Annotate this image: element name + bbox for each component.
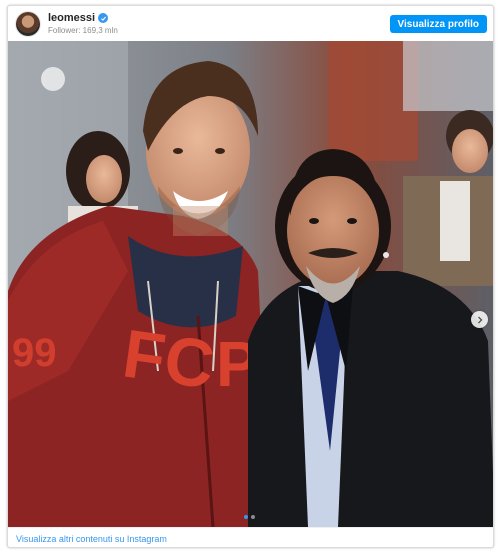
view-profile-button[interactable]: Visualizza profilo <box>389 15 487 33</box>
svg-text:99: 99 <box>12 331 57 375</box>
profile-avatar[interactable] <box>16 12 40 36</box>
carousel-indicator <box>244 515 255 519</box>
carousel-dot <box>251 515 255 519</box>
follower-count: Follower: 169,3 mln <box>48 26 118 35</box>
chevron-right-icon <box>477 316 482 323</box>
post-photo[interactable]: FC P 99 <box>8 41 493 527</box>
username[interactable]: leomessi <box>48 12 95 24</box>
instagram-embed: leomessi Follower: 169,3 mln Visualizza … <box>7 5 494 548</box>
svg-text:FC: FC <box>118 316 218 404</box>
verified-badge-icon <box>98 13 109 23</box>
post-header: leomessi Follower: 169,3 mln Visualizza … <box>8 6 493 41</box>
next-slide-button[interactable] <box>471 311 488 328</box>
view-more-on-instagram-link[interactable]: Visualizza altri contenuti su Instagram <box>16 534 167 544</box>
post-image: FC P 99 <box>8 41 493 527</box>
username-row: leomessi <box>48 12 109 24</box>
carousel-dot-active <box>244 515 248 519</box>
post-footer: Visualizza altri contenuti su Instagram <box>8 527 493 547</box>
